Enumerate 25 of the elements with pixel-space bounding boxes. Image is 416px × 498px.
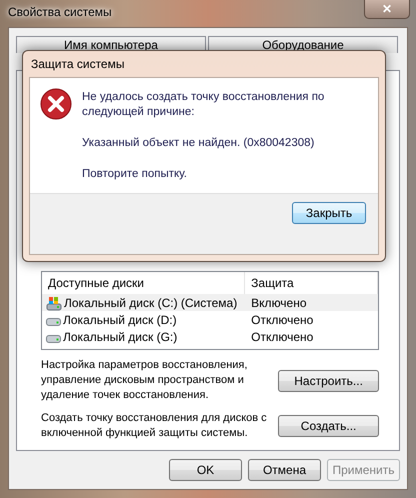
action-button[interactable]: Настроить...	[278, 370, 379, 392]
protection-status: Включено	[251, 296, 307, 310]
error-message: Повторите попытку.	[82, 167, 188, 182]
window-title: Свойства системы	[8, 5, 112, 19]
disk-name: Локальный диск (C:) (Система)	[64, 296, 238, 310]
disk-name: Локальный диск (D:)	[63, 312, 177, 326]
protection-status: Отключено	[251, 330, 314, 344]
disk-row[interactable]: Локальный диск (G:) Отключено	[42, 328, 378, 345]
error-icon	[40, 88, 72, 120]
disk-row[interactable]: Локальный диск (C:) (Система) Включено	[42, 294, 378, 311]
drive-icon	[46, 318, 61, 326]
protection-status: Отключено	[251, 312, 314, 326]
error-message: Не удалось создать точку восстановления по следующей причине:	[82, 90, 326, 120]
action-description: Настройка параметров восстановления, управление дисковым пространством и удаление точек восстановления.	[41, 358, 248, 403]
disk-name: Локальный диск (G:)	[63, 330, 178, 344]
error-message: Указанный объект не найден. (0x80042308)	[82, 136, 316, 151]
action-button[interactable]: Создать...	[278, 415, 379, 437]
close-dialog-button[interactable]: Закрыть	[292, 202, 366, 224]
dialog-title: Защита системы	[30, 56, 126, 73]
disk-row[interactable]: Локальный диск (D:) Отключено	[42, 311, 378, 328]
action-description: Создать точку восстановления для дисков с включенной функцией защиты системы.	[41, 411, 268, 441]
system-drive-icon	[46, 294, 62, 310]
dialog-button[interactable]: Отмена	[248, 459, 321, 481]
dialog-button[interactable]: OK	[169, 459, 242, 481]
drive-icon	[46, 334, 61, 342]
